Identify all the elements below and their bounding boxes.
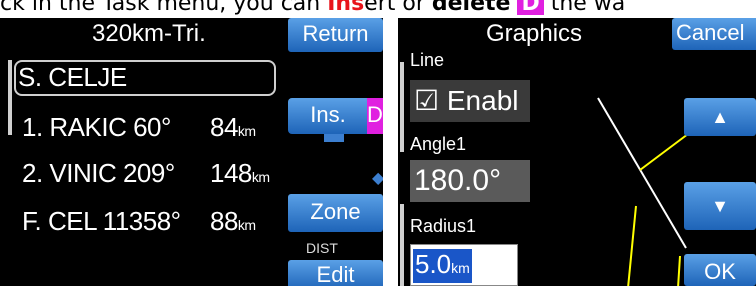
sector-line-left (627, 205, 637, 286)
return-button[interactable]: Return (288, 18, 383, 52)
line-label: Line (410, 50, 445, 70)
instruction-caption: ck in the Task menu, you can Insert or d… (0, 0, 756, 15)
dist-label: DIST (306, 240, 338, 256)
radius-input[interactable]: 5.0km (410, 244, 518, 286)
waypoint-name: 1. RAKIC 60° (22, 112, 171, 142)
waypoint-name: S. CELJE (18, 62, 127, 92)
left-scrollbar[interactable] (400, 62, 404, 152)
caption-mid: ert or (364, 0, 432, 15)
caption-d-key: D (517, 0, 544, 15)
angle-input[interactable]: 180.0° (410, 160, 530, 202)
distance-unit: km (251, 169, 270, 185)
button-shadow (324, 134, 344, 142)
graphics-title: Graphics (486, 20, 583, 47)
line-enable-checkbox[interactable]: ☑ Enabl (410, 80, 530, 122)
waypoint-distance: 148km (210, 158, 270, 189)
ok-button[interactable]: OK (684, 254, 756, 286)
cancel-button[interactable]: Cancel (672, 18, 756, 50)
list-scrollbar[interactable] (8, 60, 12, 135)
waypoint-distance: 88km (210, 206, 256, 237)
waypoint-row-2[interactable]: 2. VINIC 209° 148km (22, 158, 270, 189)
down-arrow-icon: ▼ (711, 196, 729, 216)
distance-unit: km (237, 123, 256, 139)
radius-unit: km (451, 260, 470, 276)
distance-value: 148 (210, 158, 252, 188)
edit-button[interactable]: Edit (288, 260, 383, 286)
waypoint-row-1[interactable]: 1. RAKIC 60° 84km (22, 112, 256, 143)
sector-line-right (677, 255, 681, 286)
caption-suffix: the wa (543, 0, 626, 15)
caption-ins: Ins (327, 0, 365, 15)
distance-value: 88 (210, 206, 238, 236)
caption-delete: delete (431, 0, 511, 15)
up-button[interactable]: ▲ (684, 98, 756, 136)
waypoint-row-finish[interactable]: F. CEL 11358° 88km (22, 206, 256, 237)
waypoint-row-start[interactable]: S. CELJE (18, 62, 127, 93)
waypoint-name: 2. VINIC 209° (22, 158, 175, 188)
left-scrollbar-lower[interactable] (400, 204, 404, 286)
sector-preview (597, 97, 697, 286)
down-button[interactable]: ▼ (684, 182, 756, 230)
distance-value: 84 (210, 112, 238, 142)
up-arrow-icon: ▲ (711, 107, 729, 127)
caption-prefix: ck in the Task menu, you can (0, 0, 328, 15)
task-title: 320km-Tri. (92, 20, 206, 47)
angle-label: Angle1 (410, 134, 467, 154)
graphics-screen: Graphics Cancel Line ☑ Enabl Angle1 180.… (398, 18, 756, 286)
radius-value: 5.0 (415, 249, 452, 279)
insert-button[interactable]: Ins. (288, 98, 368, 134)
course-line (597, 97, 687, 249)
distance-unit: km (237, 217, 256, 233)
waypoint-name: F. CEL 11358° (22, 206, 181, 236)
radius-value-selected: 5.0km (413, 249, 472, 283)
task-screen: 320km-Tri. Return S. CELJE 1. RAKIC 60° … (0, 18, 383, 286)
delete-button[interactable]: D (367, 98, 383, 134)
diamond-icon: ◆ (372, 170, 383, 187)
zone-button[interactable]: Zone (288, 194, 383, 232)
waypoint-distance: 84km (210, 112, 256, 143)
radius-label: Radius1 (410, 216, 477, 236)
